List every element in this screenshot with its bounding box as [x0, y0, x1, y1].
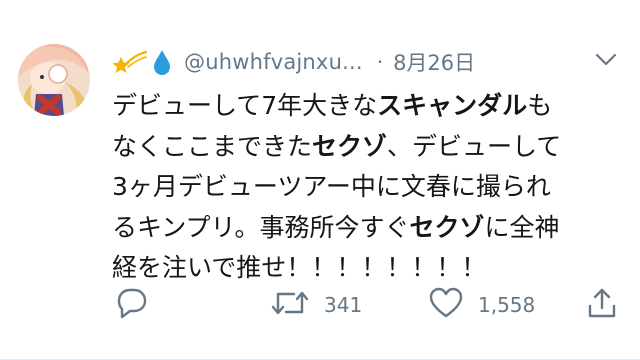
tweet-date[interactable]: 8月26日 — [393, 47, 475, 77]
reply-button[interactable] — [112, 285, 162, 325]
tweet-text-line: 3ヶ月デビューツアー中に文春に撮られ — [112, 167, 612, 208]
retweet-count: 341 — [324, 293, 363, 317]
bold-text-segment: セクゾ — [409, 212, 485, 242]
tweet-header: @uhwhfvajnxu... · 8月26日 — [112, 44, 617, 80]
text-segment: なくここまできた — [112, 131, 313, 161]
shooting-star-icon — [112, 48, 148, 76]
tweet-text-line: 経を注いで推せ！！！！！！！！ — [112, 248, 612, 289]
tweet-text-line: るキンプリ。事務所今すぐセクゾに全神 — [112, 208, 612, 249]
bold-text-segment: スキャンダル — [377, 91, 528, 120]
avatar[interactable] — [18, 44, 90, 116]
text-segment: も — [527, 91, 553, 120]
separator-dot: · — [376, 50, 384, 74]
text-segment: るキンプリ。事務所今すぐ — [112, 212, 410, 242]
text-segment: 3ヶ月デビューツアー中に文春に撮られ — [112, 172, 551, 201]
retweet-icon — [270, 286, 310, 324]
text-segment: 、デビューして — [387, 131, 562, 161]
tweet-text-line: なくここまできたセクゾ、デビューして — [112, 127, 612, 168]
retweet-button[interactable]: 341 — [270, 285, 362, 325]
like-count: 1,558 — [478, 293, 536, 317]
share-button[interactable] — [586, 285, 618, 325]
user-handle[interactable]: @uhwhfvajnxu... — [184, 50, 363, 74]
chevron-down-icon[interactable] — [595, 52, 617, 72]
tweet-text: デビューして7年大きなスキャンダルも なくここまできたセクゾ、デビューして 3ヶ月デ… — [112, 86, 612, 289]
heart-icon — [428, 286, 464, 324]
like-button[interactable]: 1,558 — [428, 285, 535, 325]
share-icon — [586, 286, 618, 324]
text-segment: 経を注いで推せ！！！！！！！！ — [112, 253, 487, 282]
text-segment: デビューして7年大きな — [112, 91, 378, 120]
anime-avatar-icon — [18, 44, 90, 116]
droplet-icon — [152, 48, 172, 76]
tweet-actions: 341 1,558 — [112, 285, 617, 325]
bold-text-segment: セクゾ — [312, 131, 388, 161]
tweet-text-line: デビューして7年大きなスキャンダルも — [112, 86, 612, 127]
text-segment: に全神 — [484, 212, 560, 242]
reply-icon — [112, 286, 148, 324]
